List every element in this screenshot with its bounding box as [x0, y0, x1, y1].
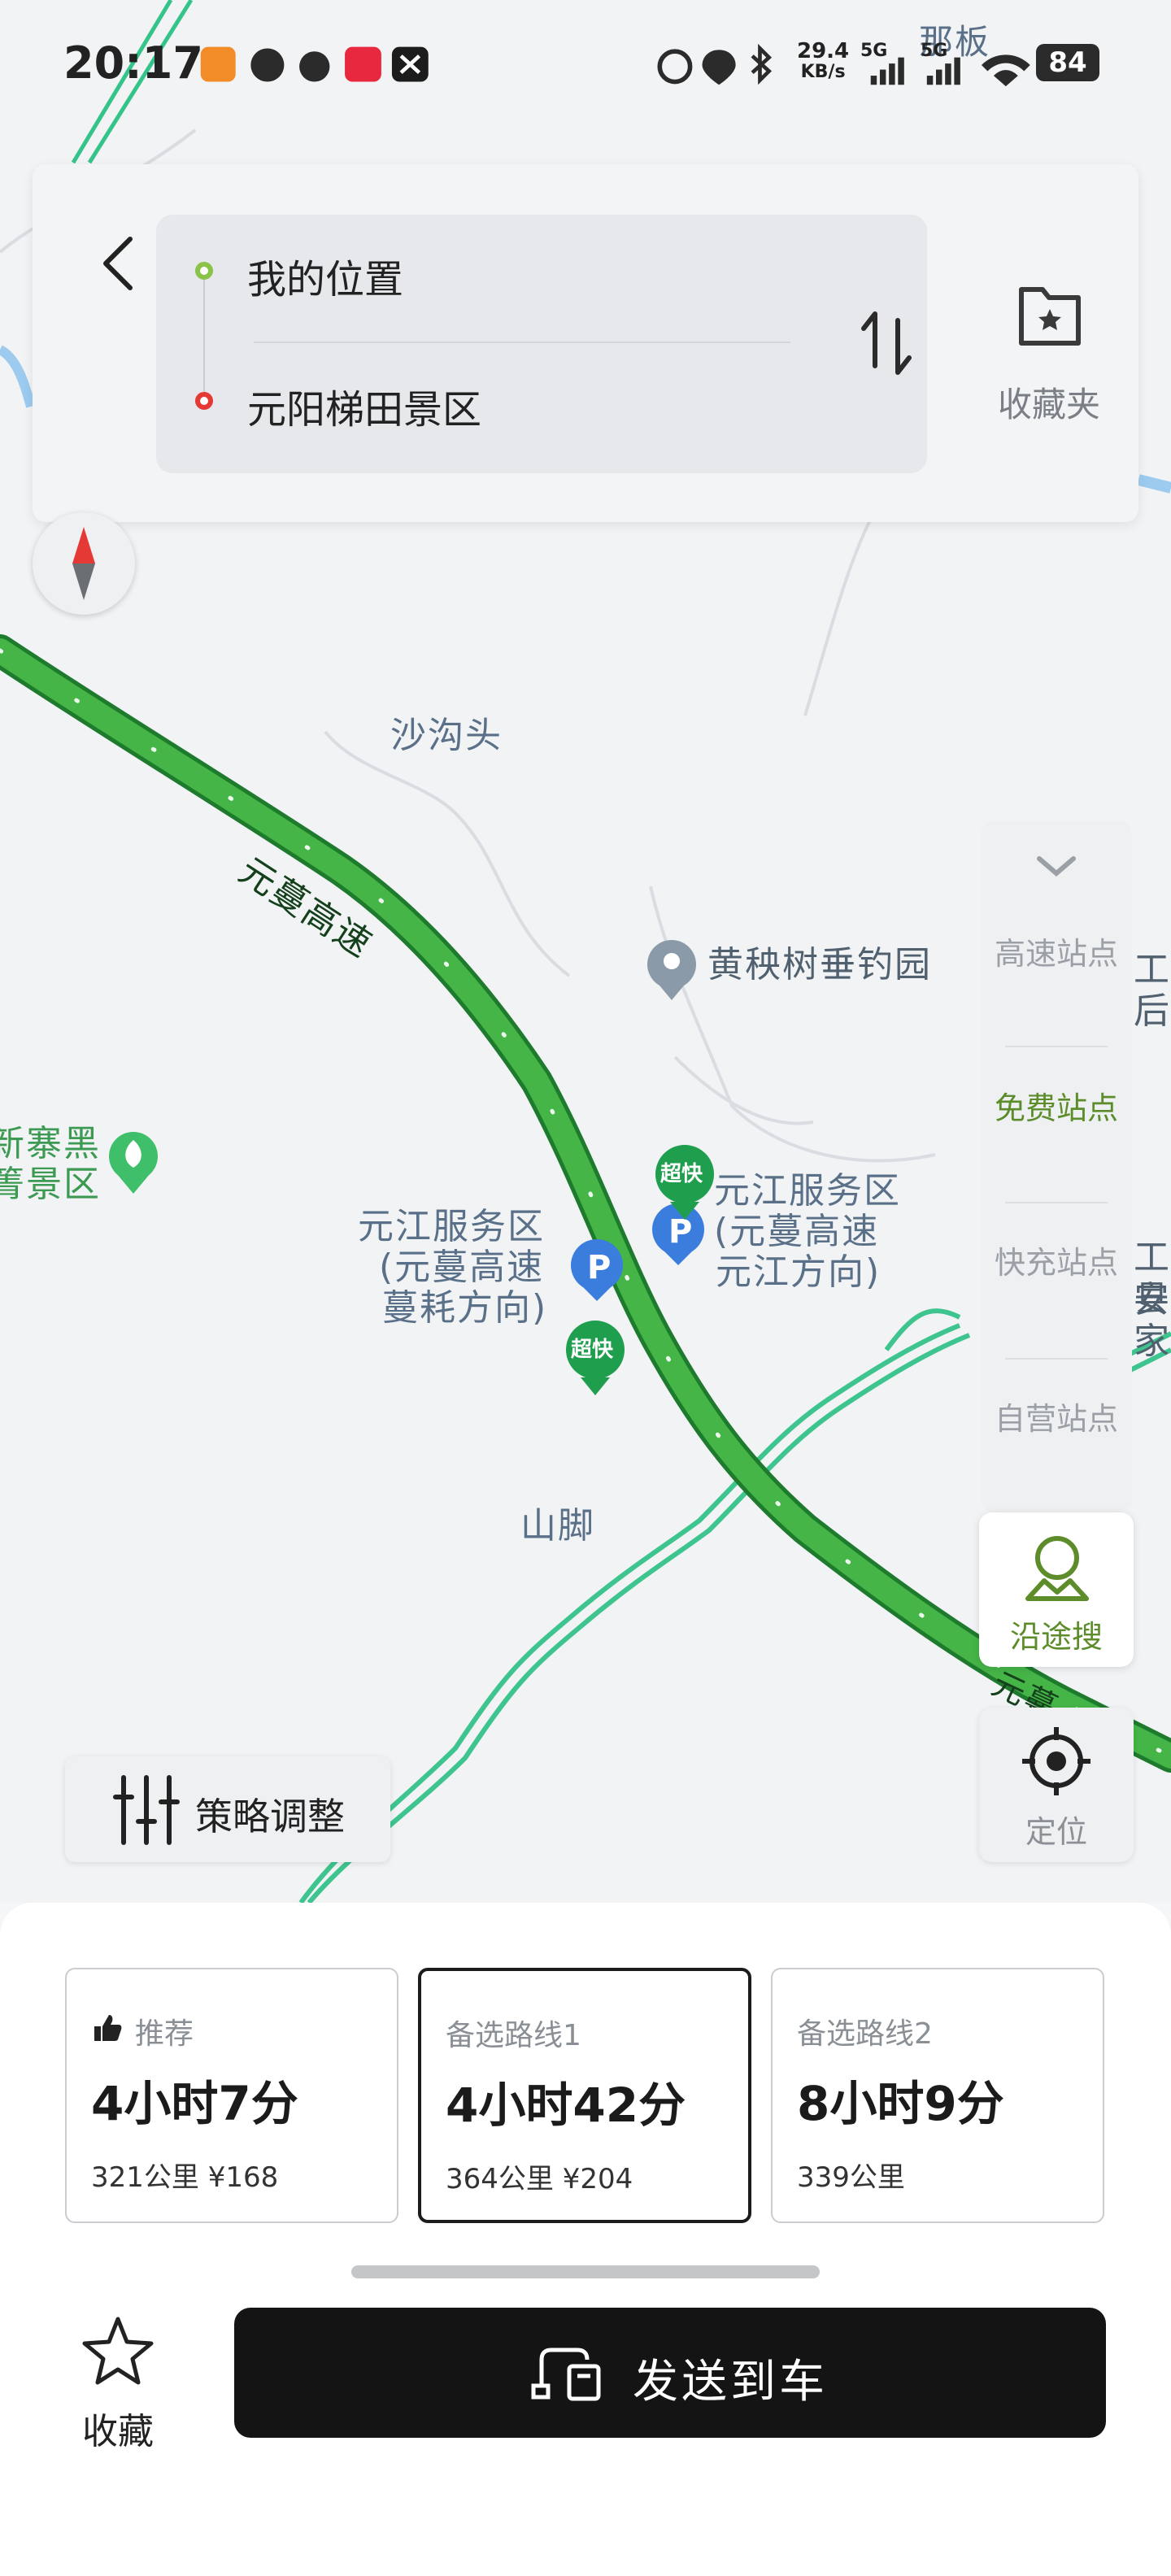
route-option-tag: 推荐	[135, 2017, 194, 2051]
edge-label-3: 安家	[1134, 1279, 1171, 1362]
favorite-label: 收藏	[82, 2411, 154, 2452]
route-option-tag: 备选路线2	[797, 2017, 933, 2051]
fast-charge-badge-top[interactable]: 超快	[660, 1162, 703, 1187]
status-bar: 20:17 29.4 KB/s 5G 5G 84	[0, 0, 1171, 130]
status-time: 20:17	[63, 37, 203, 89]
origin-field[interactable]: 我的位置	[156, 223, 790, 320]
scenic-label-line2[interactable]: 箐景区	[0, 1164, 101, 1206]
destination-field[interactable]: 元阳梯田景区	[156, 353, 790, 450]
filter-highway-stations[interactable]: 高速站点	[981, 894, 1132, 1049]
locate-button[interactable]: 定位	[979, 1708, 1134, 1862]
favorites-folder-button[interactable]: 收藏夹	[968, 270, 1130, 449]
xiaohongshu-icon	[345, 46, 381, 82]
filter-self-operated-stations[interactable]: 自营站点	[981, 1360, 1132, 1514]
system-icons	[657, 43, 773, 85]
compass-button[interactable]	[33, 512, 135, 615]
route-option-duration: 8小时9分	[797, 2076, 1004, 2131]
weibo-icon	[299, 51, 330, 82]
crosshair-icon	[1022, 1727, 1090, 1795]
network-speed: 29.4 KB/s	[797, 39, 850, 83]
parking-pin-icon-right: P	[652, 1203, 704, 1265]
notification-icons	[200, 46, 429, 82]
destination-label: 元阳梯田景区	[247, 387, 482, 433]
send-to-car-label: 发送到车	[633, 2356, 828, 2408]
thumbs-up-icon	[94, 2015, 122, 2041]
bluetooth-icon	[751, 43, 773, 85]
svg-text:P: P	[668, 1213, 692, 1251]
place-label-fishing-park[interactable]: 黄秧树垂钓园	[707, 944, 932, 986]
filter-free-stations[interactable]: 免费站点	[981, 1049, 1132, 1203]
battery-icon: 84	[1036, 44, 1099, 81]
route-option-meta: 321公里 ¥168	[91, 2161, 279, 2194]
route-option-recommended[interactable]: 推荐 4小时7分 321公里 ¥168	[65, 1968, 398, 2223]
route-card: 我的位置 元阳梯田景区 收藏夹	[33, 164, 1138, 522]
route-option-meta: 339公里	[797, 2161, 905, 2194]
favorite-button[interactable]: 收藏	[65, 2309, 171, 2456]
edge-label-1: 工后	[1134, 949, 1171, 1032]
star-icon	[82, 2317, 154, 2385]
endpoint-divider	[254, 342, 790, 343]
app-icon-2	[250, 48, 285, 82]
location-icon	[702, 50, 736, 85]
along-route-search-label: 沿途搜	[1009, 1619, 1103, 1655]
fishing-park-pin-icon	[647, 940, 696, 1000]
alarm-icon	[657, 49, 693, 85]
along-route-search-button[interactable]: 沿途搜	[979, 1512, 1134, 1667]
send-to-car-button[interactable]: 发送到车	[234, 2308, 1106, 2438]
route-option-duration: 4小时42分	[446, 2078, 686, 2133]
place-label-shanjiao: 山脚	[520, 1505, 595, 1547]
back-button[interactable]	[81, 213, 155, 311]
scenic-area-pin-icon	[109, 1132, 158, 1194]
origin-label: 我的位置	[247, 257, 404, 302]
filter-fast-charge-stations[interactable]: 快充站点	[981, 1203, 1132, 1358]
wifi-icon	[982, 54, 1030, 87]
route-option-tag: 备选路线1	[446, 2019, 581, 2052]
fast-charge-badge-bottom[interactable]: 超快	[571, 1338, 613, 1363]
along-route-search-icon	[1025, 1536, 1089, 1601]
route-option-alt1[interactable]: 备选路线1 4小时42分 364公里 ¥204	[418, 1968, 751, 2223]
parking-pin-icon-left: P	[571, 1239, 623, 1301]
strategy-adjust-label: 策略调整	[195, 1795, 345, 1838]
origin-dot-icon	[195, 262, 213, 280]
scenic-label-line1[interactable]: 新寨黑	[0, 1123, 101, 1165]
send-to-car-icon	[531, 2348, 601, 2401]
svg-text:P: P	[587, 1249, 611, 1286]
swap-endpoints-icon[interactable]	[846, 294, 927, 392]
app-icon-1	[200, 46, 236, 82]
route-option-meta: 364公里 ¥204	[446, 2163, 633, 2195]
favorites-folder-label: 收藏夹	[997, 385, 1100, 424]
route-endpoints: 我的位置 元阳梯田景区	[156, 215, 927, 473]
compass-icon	[72, 527, 95, 600]
strategy-adjust-button[interactable]: 策略调整	[65, 1756, 390, 1862]
folder-star-icon	[1019, 287, 1081, 346]
sliders-icon	[113, 1775, 180, 1845]
place-label-shagoutou: 沙沟头	[390, 715, 503, 756]
locate-label: 定位	[1025, 1814, 1087, 1850]
destination-dot-icon	[195, 392, 213, 410]
charging-filter-panel: 高速站点 免费站点 快充站点 自营站点	[981, 821, 1132, 1512]
route-options-sheet: 推荐 4小时7分 321公里 ¥168 备选路线1 4小时42分 364公里 ¥…	[0, 1903, 1171, 2576]
route-option-duration: 4小时7分	[91, 2076, 298, 2131]
route-option-alt2[interactable]: 备选路线2 8小时9分 339公里	[771, 1968, 1104, 2223]
home-indicator[interactable]	[351, 2265, 820, 2278]
collapse-chevron-icon[interactable]	[981, 829, 1132, 903]
